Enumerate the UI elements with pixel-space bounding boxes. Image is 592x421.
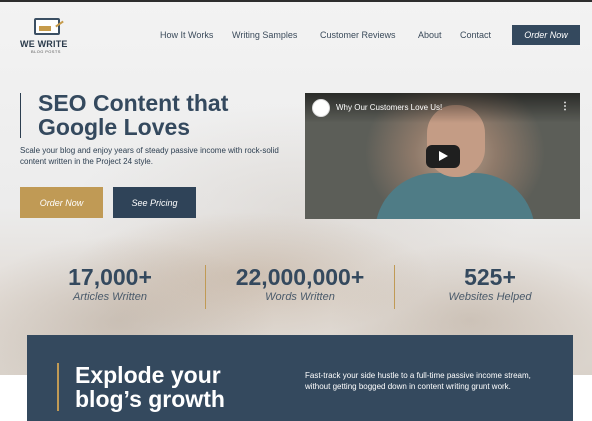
stat-label: Articles Written bbox=[73, 291, 147, 303]
channel-avatar[interactable] bbox=[312, 99, 330, 117]
laptop-icon bbox=[34, 18, 60, 35]
hero-title: SEO Content that Google Loves bbox=[38, 90, 229, 140]
logo-title: WE WRITE bbox=[20, 39, 68, 49]
see-pricing-button[interactable]: See Pricing bbox=[113, 187, 196, 218]
banner-accent-rule bbox=[57, 363, 59, 411]
nav-contact[interactable]: Contact bbox=[460, 30, 491, 40]
stat-value: 22,000,000+ bbox=[235, 264, 365, 290]
more-vertical-icon[interactable]: ⋮ bbox=[560, 101, 570, 112]
hero-accent-rule bbox=[20, 93, 21, 138]
banner-text: Fast-track your side hustle to a full-ti… bbox=[305, 371, 531, 391]
nav-about[interactable]: About bbox=[418, 30, 442, 40]
stat-label: Words Written bbox=[265, 291, 335, 303]
stat-websites: 525+ Websites Helped bbox=[400, 263, 580, 303]
header-order-now-button[interactable]: Order Now bbox=[512, 25, 580, 45]
banner-title: Explode your blog’s growth bbox=[75, 362, 225, 412]
play-icon[interactable] bbox=[426, 145, 460, 168]
order-now-button[interactable]: Order Now bbox=[20, 187, 103, 218]
nav-writing-samples[interactable]: Writing Samples bbox=[232, 30, 297, 40]
site-logo[interactable]: WE WRITE BLOG POSTS bbox=[20, 18, 80, 54]
logo-subtitle: BLOG POSTS bbox=[31, 49, 61, 54]
stat-words: 22,000,000+ Words Written bbox=[210, 263, 390, 303]
nav-how-it-works[interactable]: How It Works bbox=[160, 30, 213, 40]
stat-divider bbox=[394, 265, 395, 309]
video-player[interactable]: Why Our Customers Love Us! ⋮ bbox=[305, 93, 580, 219]
stat-label: Websites Helped bbox=[448, 291, 532, 303]
nav-customer-reviews[interactable]: Customer Reviews bbox=[320, 30, 396, 40]
top-border bbox=[0, 0, 592, 2]
landing-page: WE WRITE BLOG POSTS How It Works Writing… bbox=[0, 0, 592, 421]
stat-value: 525+ bbox=[464, 264, 516, 290]
stat-value: 17,000+ bbox=[68, 264, 152, 290]
video-frame-person bbox=[375, 173, 535, 219]
stat-articles: 17,000+ Articles Written bbox=[20, 263, 200, 303]
video-title[interactable]: Why Our Customers Love Us! bbox=[336, 103, 442, 112]
hero-description: Scale your blog and enjoy years of stead… bbox=[20, 146, 279, 166]
growth-banner: Explode your blog’s growth Fast-track yo… bbox=[27, 335, 573, 421]
stat-divider bbox=[205, 265, 206, 309]
